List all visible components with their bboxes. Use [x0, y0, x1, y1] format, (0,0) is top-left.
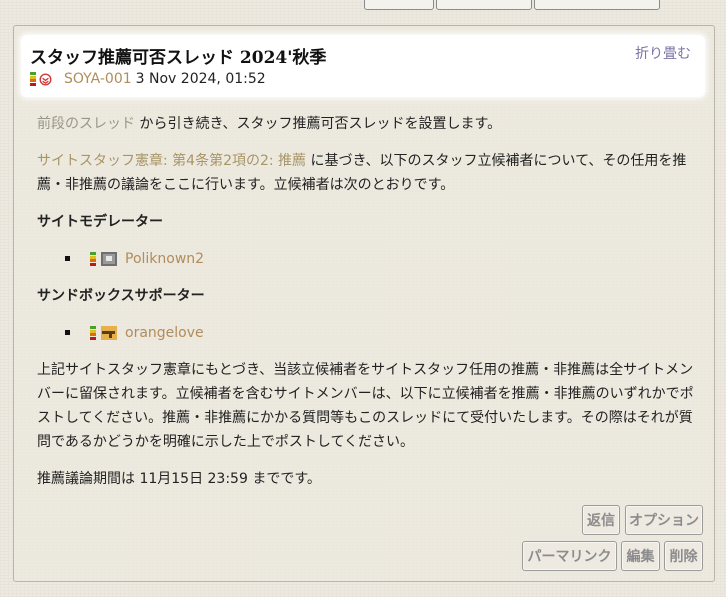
karma-icon — [90, 326, 96, 340]
candidate-badge: orangelove — [77, 321, 204, 345]
body-paragraph: 上記サイトスタッフ憲章にもとづき、当該立候補者をサイトスタッフ任用の推薦・非推薦… — [37, 362, 694, 450]
bullet-icon — [65, 330, 70, 335]
intro-paragraph: 前段のスレッド から引き続き、スタッフ推薦可否スレッドを設置します。 — [37, 112, 699, 136]
previous-thread-link[interactable]: 前段のスレッド — [37, 116, 135, 132]
avatar-icon — [101, 252, 117, 266]
options-button[interactable]: オプション — [625, 505, 703, 535]
post-meta: SOYA-001 3 Nov 2024, 01:52 — [30, 71, 266, 87]
user-badge-icon — [39, 72, 52, 86]
permalink-button[interactable]: パーマリンク — [522, 541, 617, 571]
reply-button[interactable]: 返信 — [582, 505, 620, 535]
bullet-icon — [65, 256, 70, 261]
edit-button[interactable]: 編集 — [621, 541, 660, 571]
avatar-icon — [101, 326, 117, 340]
karma-icon — [30, 72, 36, 86]
post-content: 前段のスレッド から引き続き、スタッフ推薦可否スレッドを設置します。 サイトスタ… — [37, 112, 699, 491]
fold-link[interactable]: 折り畳む — [635, 43, 691, 63]
charter-link[interactable]: サイトスタッフ憲章: 第4条第2項の2: 推薦 — [37, 153, 306, 169]
author-link[interactable]: SOYA-001 — [64, 71, 132, 87]
post-date: 3 Nov 2024, 01:52 — [135, 71, 266, 87]
candidate-badge: Poliknown2 — [77, 247, 204, 271]
intro-text: から引き続き、スタッフ推薦可否スレッドを設置します。 — [135, 116, 502, 132]
moderator-candidate-item: Poliknown2 — [37, 247, 699, 271]
sandbox-section-title: サンドボックスサポーター — [37, 288, 205, 304]
top-button-3[interactable] — [534, 0, 660, 10]
post-title: スタッフ推薦可否スレッド 2024'秋季 — [30, 48, 327, 68]
forum-post: スタッフ推薦可否スレッド 2024'秋季 折り畳む SOYA-001 3 Nov… — [13, 25, 715, 582]
sandbox-candidate-item: orangelove — [37, 321, 699, 345]
karma-icon — [90, 252, 96, 266]
candidate-link-poliknown2[interactable]: Poliknown2 — [125, 247, 204, 271]
top-button-2[interactable] — [436, 0, 532, 10]
candidate-link-orangelove[interactable]: orangelove — [125, 321, 204, 345]
charter-paragraph: サイトスタッフ憲章: 第4条第2項の2: 推薦 に基づき、以下のスタッフ立候補者… — [37, 149, 699, 197]
delete-button[interactable]: 削除 — [664, 541, 703, 571]
post-header: スタッフ推薦可否スレッド 2024'秋季 折り畳む SOYA-001 3 Nov… — [21, 35, 705, 97]
period-paragraph: 推薦議論期間は 11月15日 23:59 までです。 — [37, 471, 321, 487]
top-button-1[interactable] — [364, 0, 434, 10]
moderator-section-title: サイトモデレーター — [37, 214, 163, 230]
